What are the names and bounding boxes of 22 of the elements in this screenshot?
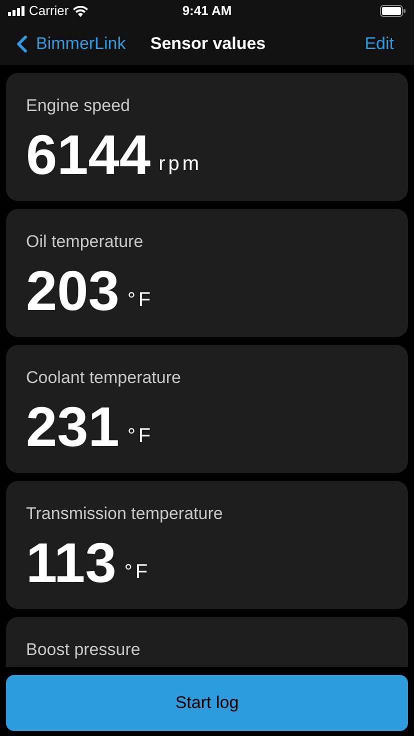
- sensor-value: 203: [26, 258, 120, 322]
- start-log-button[interactable]: Start log: [6, 675, 408, 731]
- sensor-label: Transmission temperature: [26, 503, 223, 525]
- sensor-label: Oil temperature: [26, 231, 144, 253]
- sensor-value: 6144: [26, 122, 151, 186]
- battery-icon: [380, 5, 406, 17]
- sensor-label: Boost pressure: [26, 639, 140, 661]
- clock-time: 9:41 AM: [182, 2, 232, 20]
- sensor-unit: °F: [127, 288, 154, 312]
- sensor-unit: °F: [127, 424, 154, 448]
- sensor-label: Coolant temperature: [26, 367, 181, 389]
- sensor-value: 231: [26, 394, 120, 458]
- edit-button[interactable]: Edit: [364, 30, 394, 56]
- signal-icon: [8, 6, 25, 16]
- nav-title: Sensor values: [150, 32, 266, 55]
- back-button[interactable]: BimmerLink: [8, 30, 126, 58]
- sensor-unit: °F: [124, 560, 151, 584]
- sensor-unit: rpm: [158, 152, 202, 176]
- sensor-label: Engine speed: [26, 95, 130, 117]
- wifi-icon: [72, 6, 88, 16]
- sensor-value: 113: [26, 530, 116, 594]
- carrier-label: Carrier: [29, 2, 69, 20]
